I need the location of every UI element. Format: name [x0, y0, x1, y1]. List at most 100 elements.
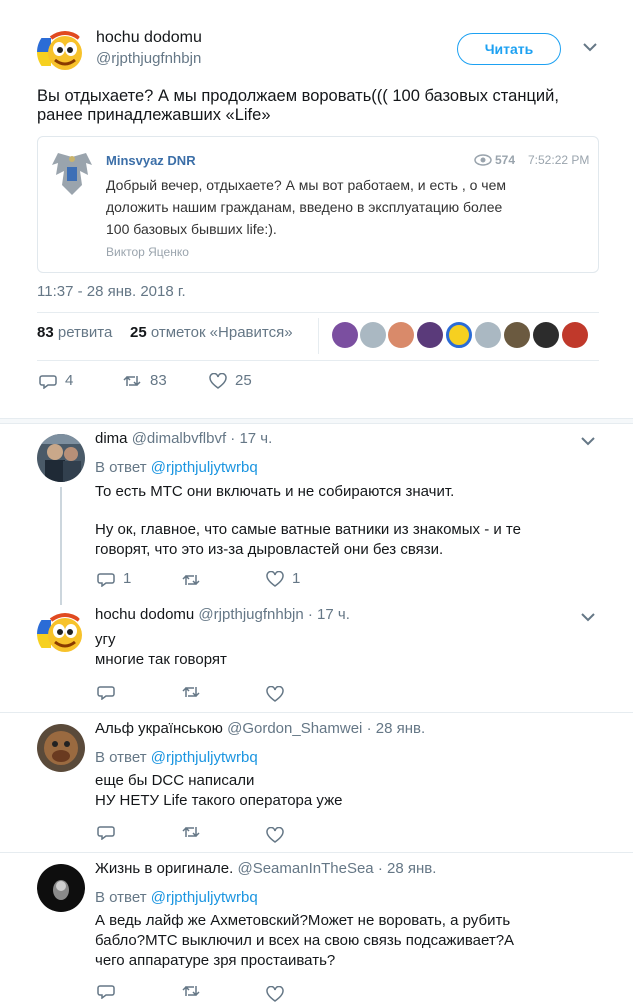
quote-line3: 100 базовых бывших life:).: [106, 221, 277, 237]
reply-action[interactable]: [97, 983, 115, 999]
reply-icon: [97, 826, 115, 840]
heart-icon: [209, 372, 227, 389]
reply-author-handle[interactable]: @rjpthjugfnhbjn: [198, 606, 303, 623]
reply-to: В ответ @rjpthjuljytwrbq: [95, 459, 258, 476]
like-action[interactable]: [266, 686, 284, 702]
reply-avatar[interactable]: [37, 610, 85, 658]
reply-to: В ответ @rjpthjuljytwrbq: [95, 889, 258, 906]
reply-time[interactable]: · 17 ч.: [230, 430, 272, 447]
retweet-action[interactable]: [181, 824, 201, 840]
heart-icon: [266, 986, 284, 1002]
reply-author-handle[interactable]: @dimalbvflbvf: [132, 430, 226, 447]
liker-avatar[interactable]: [388, 322, 414, 348]
liker-avatar[interactable]: [475, 322, 501, 348]
reply-action[interactable]: 1: [97, 570, 131, 587]
quote-channel: Minsvyaz DNR: [106, 153, 196, 168]
reply-header: Альф українською @Gordon_Shamwei · 28 ян…: [95, 720, 425, 737]
retweet-icon: [182, 686, 200, 698]
reply-avatar[interactable]: [37, 864, 85, 912]
retweet-action[interactable]: [181, 572, 201, 588]
reply-avatar[interactable]: [37, 724, 85, 772]
reply-to-prefix: В ответ: [95, 749, 147, 766]
retweet-icon: [123, 375, 141, 386]
reply-author-name[interactable]: hochu dodomu: [95, 606, 194, 623]
like-count: 1: [292, 570, 301, 587]
reply-author-handle[interactable]: @Gordon_Shamwei: [227, 720, 362, 737]
like-action[interactable]: [266, 827, 284, 843]
quote-line2: доложить нашим гражданам, введено в эксп…: [106, 199, 503, 215]
heart-icon: [266, 827, 284, 843]
reply-to: В ответ @rjpthjuljytwrbq: [95, 749, 258, 766]
like-action[interactable]: 25: [209, 372, 252, 389]
reply-to-prefix: В ответ: [95, 459, 147, 476]
reply-avatar[interactable]: [37, 434, 85, 482]
reply-time[interactable]: · 28 янв.: [367, 720, 426, 737]
heart-icon: [266, 570, 284, 587]
chevron-down-icon[interactable]: [580, 612, 596, 622]
reply-icon: [97, 686, 115, 700]
reply-text-line2: бабло?МТС выключил и всех на свою связь …: [95, 932, 515, 949]
like-action[interactable]: 1: [266, 570, 300, 587]
author-avatar[interactable]: [37, 28, 85, 76]
quoted-image[interactable]: Minsvyaz DNR 574 7:52:22 PM Добрый вечер…: [37, 136, 599, 273]
likes-label: отметок «Нравится»: [150, 324, 293, 341]
reply-icon: [39, 374, 57, 389]
chevron-down-icon[interactable]: [582, 42, 598, 52]
reply-author-name[interactable]: dima: [95, 430, 128, 447]
retweet-icon: [182, 826, 200, 838]
likes-count: 25: [130, 324, 147, 341]
reply-text-line1: То есть МТС они включать и не собираются…: [95, 483, 455, 500]
chevron-down-icon[interactable]: [580, 436, 596, 446]
reply-text-line2: многие так говорят: [95, 651, 227, 668]
liker-avatar[interactable]: [332, 322, 358, 348]
reply-header: dima @dimalbvflbvf · 17 ч.: [95, 430, 272, 447]
retweet-action[interactable]: [181, 684, 201, 700]
liker-avatar[interactable]: [533, 322, 559, 348]
follow-button[interactable]: Читать: [457, 33, 561, 65]
tweet-timestamp[interactable]: 11:37 - 28 янв. 2018 г.: [37, 283, 186, 300]
reply-text-line3: говорят, что это из-за дыровластей они б…: [95, 541, 444, 558]
like-count: 25: [235, 372, 252, 389]
author-handle[interactable]: @rjpthjugfnhbjn: [96, 50, 201, 67]
author-name[interactable]: hochu dodomu: [96, 29, 202, 47]
reply-text-line2: Ну ок, главное, что самые ватные ватники…: [95, 521, 521, 538]
reply-action[interactable]: [97, 684, 115, 700]
liker-avatar[interactable]: [446, 322, 472, 348]
stats-separator: [318, 318, 319, 354]
reply-time[interactable]: · 17 ч.: [308, 606, 350, 623]
reply-author-name[interactable]: Жизнь в оригинале.: [95, 860, 233, 877]
reply-time[interactable]: · 28 янв.: [378, 860, 437, 877]
retweet-action[interactable]: [181, 983, 201, 999]
retweet-icon: [182, 985, 200, 997]
like-action[interactable]: [266, 986, 284, 1002]
reply-text-line2: НУ НЕТУ Life такого оператора уже: [95, 792, 343, 809]
coat-of-arms-icon: [52, 153, 92, 195]
divider: [0, 712, 633, 713]
liker-avatar[interactable]: [360, 322, 386, 348]
reply-author-handle[interactable]: @SeamanInTheSea: [237, 860, 373, 877]
reply-action[interactable]: 4: [39, 372, 73, 389]
thread-line: [60, 487, 62, 605]
quote-views: 574: [495, 153, 516, 167]
quote-signature: Виктор Яценко: [106, 245, 189, 259]
section-divider: [0, 418, 633, 424]
liker-avatar[interactable]: [504, 322, 530, 348]
heart-icon: [266, 686, 284, 702]
retweets-stat[interactable]: 83 ретвита: [37, 324, 112, 341]
likes-stat[interactable]: 25 отметок «Нравится»: [130, 324, 293, 341]
reply-to-handle[interactable]: @rjpthjuljytwrbq: [151, 459, 258, 476]
retweet-icon: [182, 574, 200, 586]
reply-to-handle[interactable]: @rjpthjuljytwrbq: [151, 889, 258, 906]
retweet-count: 83: [150, 372, 167, 389]
divider: [37, 312, 599, 313]
reply-to-handle[interactable]: @rjpthjuljytwrbq: [151, 749, 258, 766]
eye-icon: [474, 154, 492, 166]
liker-avatar[interactable]: [562, 322, 588, 348]
tweet-text-line2: ранее принадлежавших «Life»: [37, 106, 271, 124]
retweet-action[interactable]: 83: [122, 372, 167, 389]
reply-action[interactable]: [97, 824, 115, 840]
reply-author-name[interactable]: Альф українською: [95, 720, 223, 737]
liker-avatar[interactable]: [417, 322, 443, 348]
reply-text-line3: чего аппаратуре зря простаивать?: [95, 952, 336, 969]
reply-header: hochu dodomu @rjpthjugfnhbjn · 17 ч.: [95, 606, 350, 623]
